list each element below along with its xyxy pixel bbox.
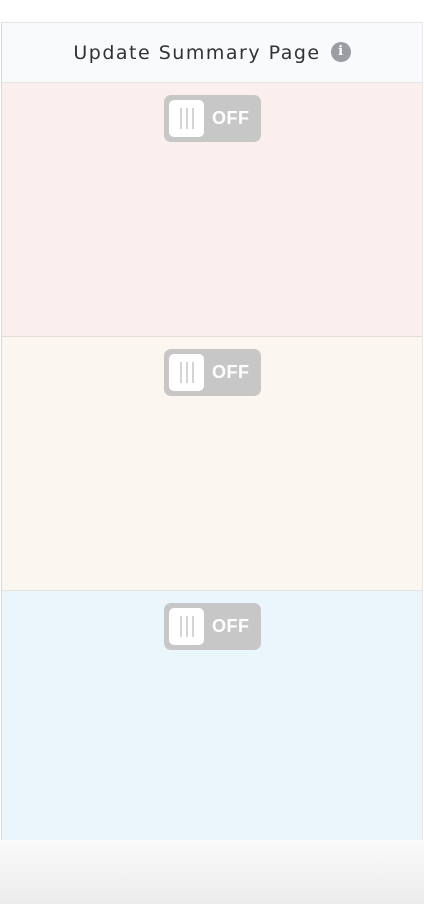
page: Update Summary Page i OFF OFF OFF <box>0 0 424 904</box>
row-blue: OFF <box>2 591 422 840</box>
toggle-knob[interactable] <box>169 100 204 137</box>
grip-line <box>186 108 188 129</box>
grip-line <box>192 362 194 383</box>
grip-line <box>192 616 194 637</box>
grip-line <box>180 616 182 637</box>
info-icon[interactable]: i <box>330 41 351 62</box>
toggle-knob[interactable] <box>169 608 204 645</box>
grip-line <box>180 108 182 129</box>
column-title: Update Summary Page <box>73 41 321 64</box>
update-summary-toggle-2[interactable]: OFF <box>164 349 261 396</box>
row-red: OFF <box>2 83 422 337</box>
toggle-label: OFF <box>212 108 250 128</box>
grip-line <box>192 108 194 129</box>
update-summary-toggle-1[interactable]: OFF <box>164 95 261 142</box>
column-header: Update Summary Page i <box>2 22 422 83</box>
update-summary-page-column: Update Summary Page i OFF OFF OFF <box>1 22 423 840</box>
toggle-label: OFF <box>212 616 250 636</box>
grip-line <box>186 362 188 383</box>
update-summary-toggle-3[interactable]: OFF <box>164 603 261 650</box>
grip-line <box>180 362 182 383</box>
row-orange: OFF <box>2 337 422 591</box>
toggle-label: OFF <box>212 362 250 382</box>
grip-line <box>186 616 188 637</box>
bottom-bar <box>0 840 424 904</box>
toggle-knob[interactable] <box>169 354 204 391</box>
